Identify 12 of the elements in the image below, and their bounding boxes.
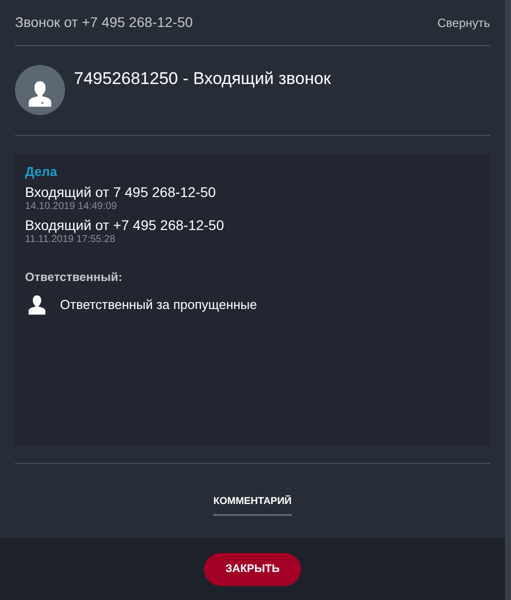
responsible-label: Ответственный:	[25, 269, 124, 286]
collapse-link[interactable]: Свернуть	[437, 14, 490, 32]
deal-date: 14.10.2019 14:49:09	[25, 201, 118, 213]
contact-title: 74952681250 - Входящий звонок	[74, 68, 331, 90]
deal-title[interactable]: Входящий от +7 495 268-12-50	[25, 217, 480, 234]
deals-heading: Дела	[25, 164, 58, 180]
dialog-title: Звонок от +7 495 268-12-50	[15, 13, 193, 32]
deal-date: 11.11.2019 17:55:28	[25, 234, 116, 246]
comment-tab[interactable]: КОММЕНТАРИЙ	[213, 494, 292, 516]
close-button[interactable]: ЗАКРЫТЬ	[204, 553, 301, 586]
deal-title[interactable]: Входящий от 7 495 268-12-50	[25, 184, 480, 201]
responsible-name: Ответственный за пропущенные	[60, 296, 258, 314]
